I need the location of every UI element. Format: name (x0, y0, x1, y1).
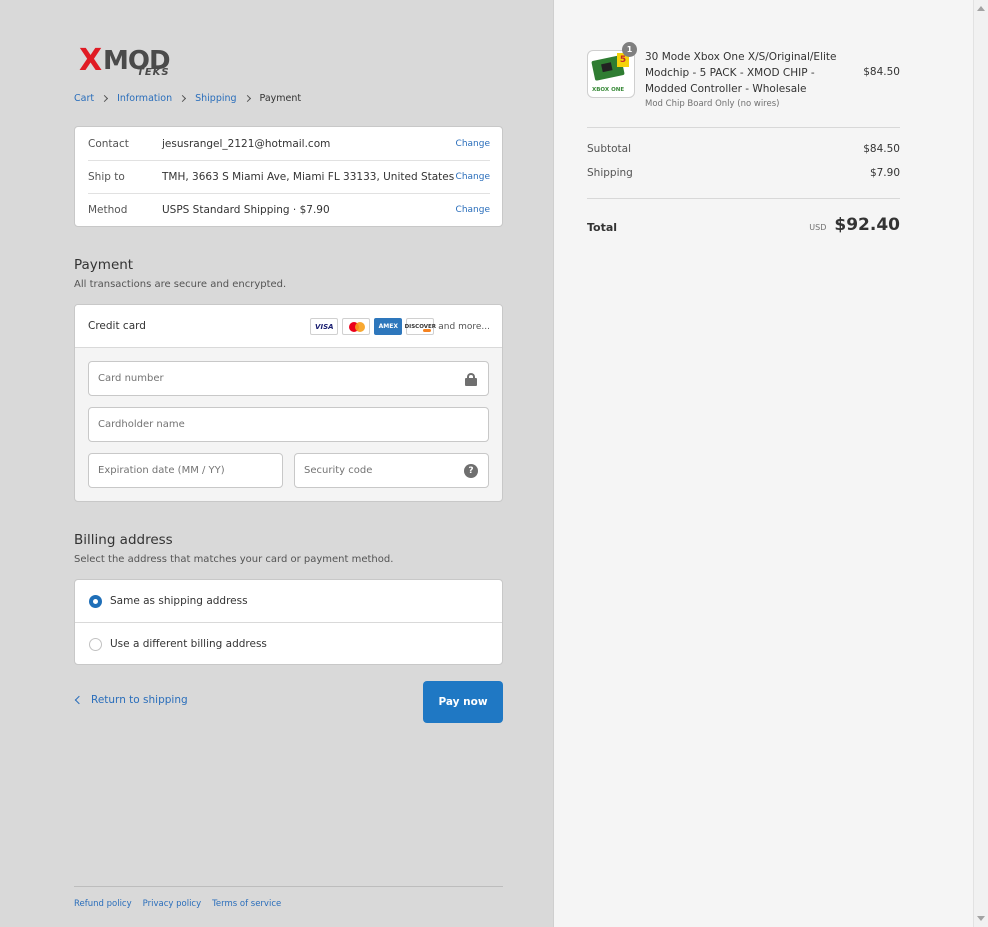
breadcrumb-information[interactable]: Information (117, 93, 172, 104)
footer-divider (74, 886, 503, 887)
review-method-row: Method USPS Standard Shipping · $7.90 Ch… (88, 193, 490, 226)
chevron-right-icon (243, 94, 251, 103)
billing-option-different-label: Use a different billing address (110, 637, 267, 650)
shipping-row: Shipping $7.90 (587, 167, 900, 179)
chevron-right-icon (179, 94, 187, 103)
card-number-placeholder: Card number (98, 373, 164, 384)
question-mark-icon[interactable]: ? (464, 464, 478, 478)
shipping-label: Shipping (587, 167, 633, 179)
scroll-up-icon[interactable] (977, 6, 985, 11)
billing-option-same[interactable]: Same as shipping address (75, 580, 502, 622)
payment-title: Payment (74, 257, 134, 273)
change-ship-to-link[interactable]: Change (456, 172, 490, 182)
total-value: USD $92.40 (809, 215, 900, 235)
amex-icon: AMEX (374, 318, 403, 335)
return-to-shipping-link[interactable]: Return to shipping (74, 694, 188, 706)
review-contact-row: Contact jesusrangel_2121@hotmail.com Cha… (88, 127, 490, 160)
discover-icon: DISCOVER (405, 318, 436, 335)
billing-option-same-label: Same as shipping address (110, 595, 248, 607)
expiration-placeholder: Expiration date (MM / YY) (98, 465, 225, 476)
review-ship-to-row: Ship to TMH, 3663 S Miami Ave, Miami FL … (88, 160, 490, 193)
shipping-value: $7.90 (869, 167, 900, 179)
total-label: Total (587, 221, 618, 234)
product-variant: Mod Chip Board Only (no wires) (645, 99, 780, 109)
contact-value: jesusrangel_2121@hotmail.com (162, 137, 331, 150)
cardholder-name-input[interactable]: Cardholder name (88, 407, 489, 442)
logo-x: X (79, 43, 102, 78)
refund-policy-link[interactable]: Refund policy (74, 899, 132, 909)
footer-links: Refund policy Privacy policy Terms of se… (74, 899, 292, 909)
contact-label: Contact (88, 137, 129, 150)
credit-card-box: Credit card VISA AMEX DISCOVER and more.… (74, 304, 503, 502)
payment-subtitle: All transactions are secure and encrypte… (74, 279, 287, 290)
lock-icon (465, 373, 477, 386)
radio-selected-icon[interactable] (89, 595, 102, 608)
billing-option-different[interactable]: Use a different billing address (75, 622, 502, 664)
billing-subtitle: Select the address that matches your car… (74, 554, 394, 565)
terms-of-service-link[interactable]: Terms of service (212, 899, 281, 909)
summary-divider (587, 198, 900, 199)
total-amount: $92.40 (834, 215, 900, 235)
scroll-down-icon[interactable] (977, 916, 985, 921)
breadcrumb-cart[interactable]: Cart (74, 93, 94, 104)
security-code-input[interactable]: Security code ? (294, 453, 489, 488)
card-brands: VISA AMEX DISCOVER and more... (306, 318, 490, 335)
product-price: $84.50 (863, 66, 900, 78)
radio-unselected-icon[interactable] (89, 638, 102, 651)
subtotal-label: Subtotal (587, 143, 631, 155)
change-contact-link[interactable]: Change (456, 139, 490, 149)
logo-teks: TEKS (137, 67, 170, 78)
credit-card-label: Credit card (88, 320, 146, 332)
order-review-box: Contact jesusrangel_2121@hotmail.com Cha… (74, 126, 503, 227)
chevron-right-icon (101, 94, 109, 103)
product-thumbnail: 5 XBOX ONE (587, 50, 635, 98)
subtotal-value: $84.50 (863, 143, 900, 155)
total-currency: USD (809, 223, 827, 232)
product-title: 30 Mode Xbox One X/S/Original/Elite Modc… (645, 51, 837, 95)
method-label: Method (88, 204, 128, 216)
ship-to-label: Ship to (88, 171, 125, 183)
summary-divider (587, 127, 900, 128)
change-method-link[interactable]: Change (456, 205, 490, 215)
page-scrollbar[interactable] (973, 0, 988, 927)
quantity-badge: 1 (622, 42, 637, 57)
breadcrumb: Cart Information Shipping Payment (74, 93, 301, 104)
subtotal-row: Subtotal $84.50 (587, 143, 900, 155)
order-summary-panel (553, 0, 973, 927)
ship-to-value: TMH, 3663 S Miami Ave, Miami FL 33133, U… (162, 171, 455, 183)
billing-title: Billing address (74, 532, 173, 548)
xbox-one-logo: XBOX ONE (592, 87, 625, 93)
billing-options-box: Same as shipping address Use a different… (74, 579, 503, 665)
card-number-input[interactable]: Card number (88, 361, 489, 396)
store-logo[interactable]: X MOD TEKS (79, 46, 183, 80)
cardholder-placeholder: Cardholder name (98, 419, 185, 430)
privacy-policy-link[interactable]: Privacy policy (143, 899, 202, 909)
credit-card-header[interactable]: Credit card VISA AMEX DISCOVER and more.… (75, 305, 502, 348)
method-value: USPS Standard Shipping · $7.90 (162, 204, 330, 216)
checkout-main-panel: X MOD TEKS Cart Information Shipping Pay… (0, 0, 553, 927)
visa-icon: VISA (310, 318, 339, 335)
and-more-text: and more... (438, 321, 490, 332)
return-label: Return to shipping (91, 694, 188, 706)
breadcrumb-payment: Payment (259, 93, 302, 104)
mastercard-icon (342, 318, 371, 335)
security-placeholder: Security code (304, 465, 373, 476)
expiration-date-input[interactable]: Expiration date (MM / YY) (88, 453, 283, 488)
chevron-left-icon (74, 695, 84, 705)
breadcrumb-shipping[interactable]: Shipping (195, 93, 236, 104)
pay-now-button[interactable]: Pay now (423, 681, 503, 723)
